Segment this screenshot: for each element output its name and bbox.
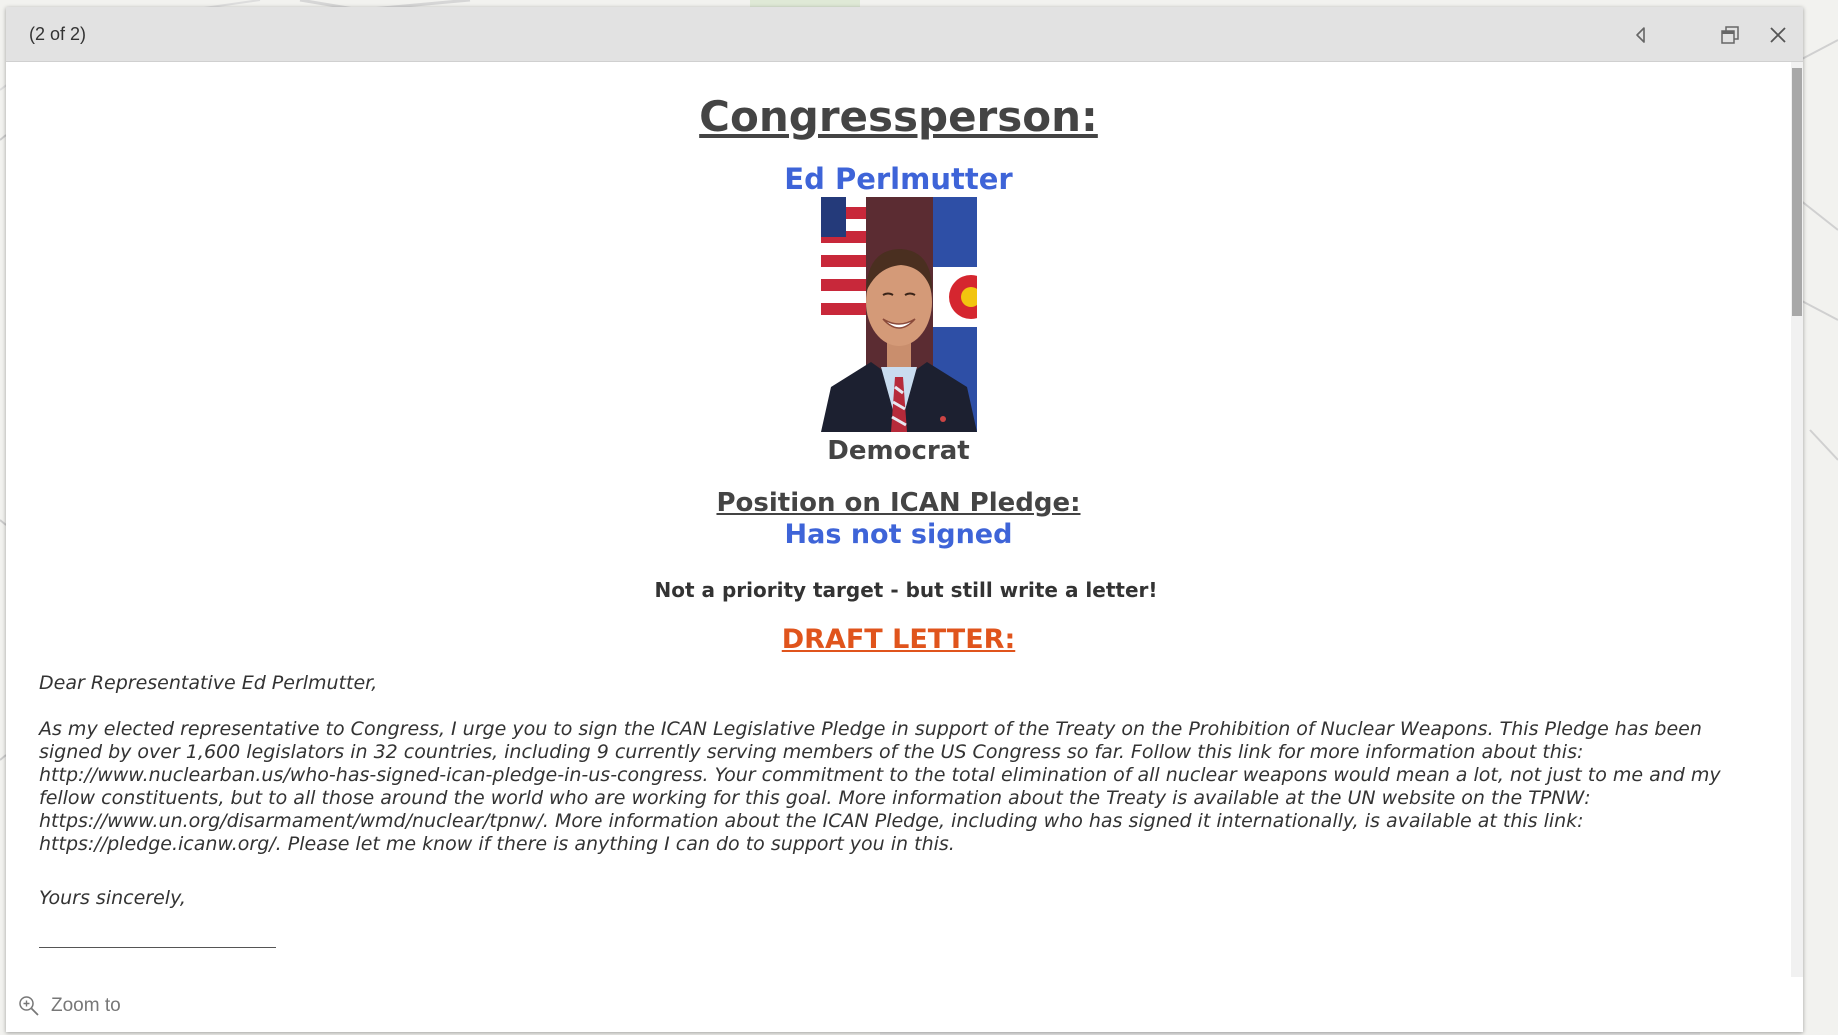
page-title: Congressperson:: [699, 92, 1098, 141]
popup-content[interactable]: Congressperson: Ed Perlmutter Democrat P…: [6, 62, 1791, 977]
dock-button[interactable]: [1718, 23, 1742, 47]
party-affiliation: Democrat: [827, 436, 970, 466]
scrollbar-thumb[interactable]: [1792, 68, 1802, 316]
popup-footer: Zoom to: [6, 977, 1803, 1032]
letter-closing: Yours sincerely,: [39, 887, 186, 909]
draft-letter-heading: DRAFT LETTER:: [781, 624, 1016, 655]
content-scrollbar[interactable]: [1791, 62, 1803, 977]
feature-count: (2 of 2): [29, 24, 87, 44]
pledge-position-value: Has not signed: [784, 519, 1013, 550]
popup-header: (2 of 2): [6, 7, 1803, 62]
letter-salutation: Dear Representative Ed Perlmutter,: [39, 672, 378, 694]
pledge-position-label: Position on ICAN Pledge:: [716, 488, 1081, 518]
close-icon: [1770, 27, 1786, 43]
letter-body: As my elected representative to Congress…: [39, 718, 1721, 855]
signature-line: [39, 947, 276, 948]
priority-note: Not a priority target - but still write …: [654, 578, 1158, 602]
zoom-to-label: Zoom to: [51, 995, 121, 1016]
dock-icon: [1721, 26, 1739, 44]
popup-window: (2 of 2) Congressperson: Ed Perlmutter D…: [6, 7, 1803, 1032]
representative-name: Ed Perlmutter: [784, 162, 1013, 196]
close-button[interactable]: [1766, 23, 1790, 47]
zoom-in-icon: [19, 996, 39, 1016]
representative-portrait: [821, 197, 977, 432]
previous-feature-button[interactable]: [1629, 23, 1653, 47]
triangle-left-icon: [1636, 27, 1645, 43]
